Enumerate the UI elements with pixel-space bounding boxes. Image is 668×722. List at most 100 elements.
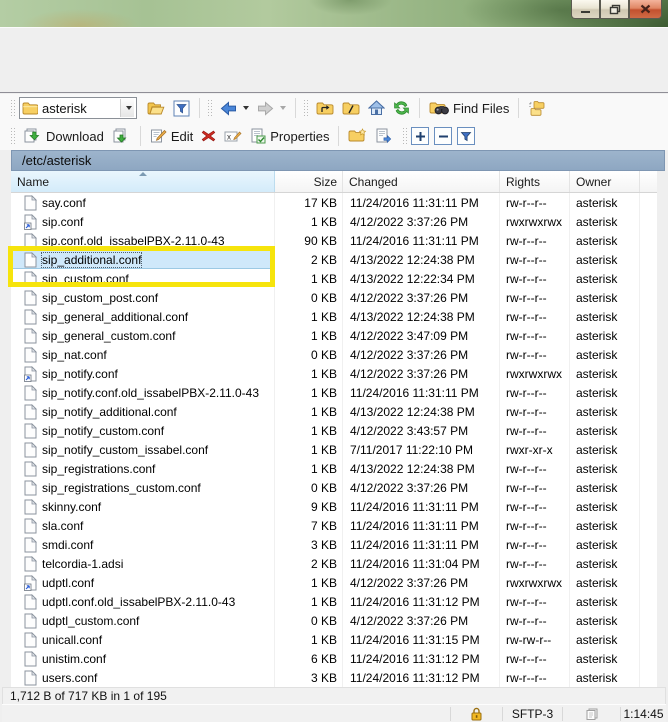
file-name-cell[interactable]: sip_general_custom.conf [11,326,275,345]
rename-button[interactable]: x [220,127,246,146]
new-folder-button[interactable] [344,126,371,146]
file-row[interactable]: sip_general_custom.conf1 KB4/12/2022 3:4… [11,326,657,345]
file-row[interactable]: udptl.conf1 KB4/12/2022 3:37:26 PMrwxrwx… [11,573,657,592]
session-bar-spacer [2,707,450,721]
toolbar-gripper[interactable] [207,99,212,117]
properties-button[interactable]: Properties [246,126,333,146]
duplicate-button[interactable] [371,126,396,146]
file-name-cell[interactable]: udptl.conf.old_issabelPBX-2.11.0-43 [11,592,275,611]
file-name-cell[interactable]: udptl_custom.conf [11,611,275,630]
file-name-cell[interactable]: skinny.conf [11,497,275,516]
file-name-cell[interactable]: sip_additional.conf [11,250,275,269]
restore-button[interactable] [600,0,629,19]
file-row[interactable]: udptl_custom.conf0 KB4/12/2022 3:37:26 P… [11,611,657,630]
download-button[interactable]: Download [19,126,108,146]
directory-combo[interactable]: asterisk [19,97,137,119]
file-name-cell[interactable]: sip_general_additional.conf [11,307,275,326]
column-header-changed[interactable]: Changed [343,171,500,192]
file-name-cell[interactable]: say.conf [11,193,275,212]
forward-history-dropdown[interactable] [280,106,286,110]
edit-button[interactable]: Edit [146,126,197,146]
home-directory-button[interactable] [364,98,389,118]
file-changed: 11/24/2016 11:31:11 PM [343,497,500,516]
back-button[interactable] [216,99,253,118]
file-row[interactable]: sip.conf1 KB4/12/2022 3:37:26 PMrwxrwxrw… [11,212,657,231]
toolbar-gripper[interactable] [10,127,15,145]
rename-icon: x [224,129,242,144]
file-row[interactable]: say.conf17 KB11/24/2016 11:31:11 PMrw-r-… [11,193,657,212]
column-header-name[interactable]: Name [11,171,275,192]
file-row[interactable]: sip_nat.conf0 KB4/12/2022 3:37:26 PMrw-r… [11,345,657,364]
filter-button[interactable] [169,98,194,119]
file-row[interactable]: udptl.conf.old_issabelPBX-2.11.0-431 KB1… [11,592,657,611]
minimize-button[interactable] [571,0,600,19]
file-row[interactable]: sip_registrations_custom.conf0 KB4/12/20… [11,478,657,497]
file-list[interactable]: say.conf17 KB11/24/2016 11:31:11 PMrw-r-… [11,193,657,687]
root-directory-button[interactable] [338,99,364,118]
duplicate-session-indicator[interactable] [562,707,620,721]
directory-combo-dropdown[interactable] [120,99,134,117]
file-name-cell[interactable]: users.conf [11,668,275,687]
file-changed: 11/24/2016 11:31:12 PM [343,592,500,611]
file-row[interactable]: unistim.conf6 KB11/24/2016 11:31:12 PMrw… [11,649,657,668]
file-name-cell[interactable]: sip_notify_custom.conf [11,421,275,440]
toolbar-gripper[interactable] [10,99,15,117]
column-header-size[interactable]: Size [275,171,343,192]
toolbar-gripper[interactable] [303,99,308,117]
queue-filter-button[interactable] [457,127,475,145]
file-row-selected[interactable]: sip_additional.conf2 KB4/13/2022 12:24:3… [11,250,657,269]
file-name-cell[interactable]: sip_registrations_custom.conf [11,478,275,497]
delete-button[interactable] [197,127,220,145]
file-row[interactable]: smdi.conf3 KB11/24/2016 11:31:11 PMrw-r-… [11,535,657,554]
file-row[interactable]: sip_registrations.conf1 KB4/13/2022 12:2… [11,459,657,478]
queue-add-button[interactable] [411,127,429,145]
file-name-cell[interactable]: sip.conf [11,212,275,231]
file-row[interactable]: sip_notify_custom.conf1 KB4/12/2022 3:43… [11,421,657,440]
file-row[interactable]: users.conf3 KB11/24/2016 11:31:12 PMrw-r… [11,668,657,687]
file-name-cell[interactable]: smdi.conf [11,535,275,554]
file-row[interactable]: sip_custom.conf1 KB4/13/2022 12:22:34 PM… [11,269,657,288]
protocol-indicator[interactable]: SFTP-3 [502,707,562,721]
find-files-button[interactable]: Find Files [425,98,513,118]
file-row[interactable]: unicall.conf1 KB11/24/2016 11:31:15 PMrw… [11,630,657,649]
address-bar[interactable]: /etc/asterisk [11,150,665,171]
synchronize-button[interactable] [524,98,552,119]
parent-directory-icon [316,101,334,116]
queue-remove-button[interactable] [434,127,452,145]
close-button[interactable] [629,0,662,19]
file-name-cell[interactable]: unicall.conf [11,630,275,649]
file-row[interactable]: sip_notify.conf.old_issabelPBX-2.11.0-43… [11,383,657,402]
file-name-cell[interactable]: sip_notify_additional.conf [11,402,275,421]
file-name-cell[interactable]: sip_custom_post.conf [11,288,275,307]
parent-directory-button[interactable] [312,99,338,118]
encryption-status[interactable] [450,707,502,721]
file-row[interactable]: sip_notify_additional.conf1 KB4/13/2022 … [11,402,657,421]
file-row[interactable]: sip_general_additional.conf1 KB4/13/2022… [11,307,657,326]
file-row[interactable]: sip.conf.old_issabelPBX-2.11.0-4390 KB11… [11,231,657,250]
back-history-dropdown[interactable] [243,106,249,110]
file-row[interactable]: sla.conf7 KB11/24/2016 11:31:11 PMrw-r--… [11,516,657,535]
file-row[interactable]: telcordia-1.adsi2 KB11/24/2016 11:31:04 … [11,554,657,573]
file-row[interactable]: sip_custom_post.conf0 KB4/12/2022 3:37:2… [11,288,657,307]
file-name-cell[interactable]: sla.conf [11,516,275,535]
file-name-cell[interactable]: sip_notify_custom_issabel.conf [11,440,275,459]
file-name-cell[interactable]: unistim.conf [11,649,275,668]
file-name-cell[interactable]: telcordia-1.adsi [11,554,275,573]
column-header-owner[interactable]: Owner [570,171,640,192]
file-name-cell[interactable]: sip_custom.conf [11,269,275,288]
column-header-rights[interactable]: Rights [500,171,570,192]
file-name-cell[interactable]: sip_notify.conf [11,364,275,383]
toolbar-gripper[interactable] [402,127,407,145]
file-name-cell[interactable]: sip.conf.old_issabelPBX-2.11.0-43 [11,231,275,250]
download-and-delete-button[interactable] [108,126,135,146]
file-name-cell[interactable]: sip_nat.conf [11,345,275,364]
forward-button[interactable] [253,99,290,118]
file-name-cell[interactable]: udptl.conf [11,573,275,592]
file-row[interactable]: sip_notify_custom_issabel.conf1 KB7/11/2… [11,440,657,459]
open-directory-button[interactable] [143,99,169,118]
file-name-cell[interactable]: sip_registrations.conf [11,459,275,478]
file-name-cell[interactable]: sip_notify.conf.old_issabelPBX-2.11.0-43 [11,383,275,402]
refresh-button[interactable] [389,98,414,118]
file-row[interactable]: skinny.conf9 KB11/24/2016 11:31:11 PMrw-… [11,497,657,516]
file-row[interactable]: sip_notify.conf1 KB4/12/2022 3:37:26 PMr… [11,364,657,383]
